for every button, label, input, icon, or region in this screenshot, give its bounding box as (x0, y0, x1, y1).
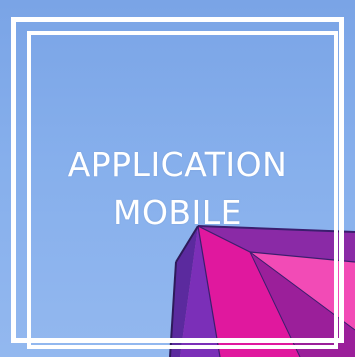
title-line-1: APPLICATION (67, 145, 288, 184)
title-line-2: MOBILE (112, 193, 243, 232)
app-tile[interactable]: APPLICATION MOBILE (0, 0, 355, 357)
decorative-frame-inner (27, 31, 338, 349)
